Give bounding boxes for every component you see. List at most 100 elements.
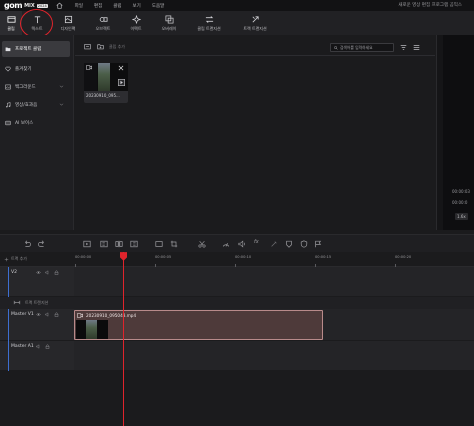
speaker-icon[interactable] [45, 270, 50, 275]
split-clip-icon[interactable] [115, 240, 123, 248]
track-controls [36, 344, 50, 349]
folder-icon [5, 47, 11, 52]
zoom-button[interactable]: 1.6x [455, 213, 468, 220]
clip-filmstrip [76, 320, 108, 339]
track-transition-row[interactable]: 트랙 트랜지션 [0, 297, 474, 309]
tab-text-label: 텍스트 [31, 25, 43, 31]
track-header-v2[interactable]: V2 [0, 267, 74, 297]
shield-icon[interactable] [300, 240, 308, 248]
redo-icon[interactable] [38, 240, 46, 248]
clip-thumbnail [84, 63, 128, 91]
timeline-ruler-row: 트랙 추가 00:00:00 00:00:05 00:00:10 00:00:1… [0, 252, 474, 267]
track-header-master-a1[interactable]: Master A1 [0, 341, 74, 371]
eye-icon[interactable] [36, 270, 41, 275]
menu-file[interactable]: 파일 [75, 3, 83, 9]
ruler-tick-label: 00:00:00 [75, 255, 92, 259]
speaker-icon[interactable] [36, 344, 41, 349]
close-icon[interactable] [118, 65, 124, 71]
tab-text[interactable]: 텍스트 [24, 11, 50, 35]
add-to-timeline-icon[interactable] [118, 79, 125, 86]
track-name: Master V1 [11, 312, 34, 317]
lock-icon[interactable] [54, 270, 59, 275]
play-range-icon[interactable] [83, 240, 91, 248]
track-color-stripe [8, 341, 9, 371]
mask-icon[interactable] [285, 240, 293, 248]
tab-overlay[interactable]: 오버레이 [152, 11, 186, 35]
add-folder-icon[interactable] [97, 43, 104, 50]
import-icon[interactable] [84, 43, 91, 50]
flag-icon[interactable] [314, 240, 322, 248]
tab-track-transition[interactable]: 트랙 트랜지션 [234, 11, 276, 35]
crop-icon[interactable] [170, 240, 178, 248]
track-lane-v2[interactable] [74, 267, 474, 297]
track-lane-master-a1[interactable] [74, 341, 474, 371]
volume-icon[interactable] [238, 240, 246, 248]
eye-icon[interactable] [36, 312, 41, 317]
sidebar-item-project-clips[interactable]: 프로젝트 클립 [2, 41, 70, 57]
home-icon[interactable] [56, 2, 63, 9]
menu-help[interactable]: 도움말 [152, 3, 164, 9]
filter-icon[interactable] [400, 44, 407, 51]
list-view-icon[interactable] [413, 44, 420, 51]
playhead-line[interactable] [123, 252, 124, 426]
search-input[interactable] [339, 45, 393, 50]
track-transition-icon [252, 15, 259, 22]
scissors-icon[interactable] [198, 240, 206, 248]
sidebar-item-audio[interactable]: 영상/효과음 [2, 97, 70, 113]
chevron-down-icon[interactable] [59, 102, 64, 107]
fx-icon[interactable]: fx [254, 239, 262, 247]
media-clip-card[interactable]: 20230910_095... [84, 63, 128, 103]
clip-transition-icon [205, 15, 213, 23]
chevron-down-icon[interactable] [59, 84, 64, 89]
undo-icon[interactable] [23, 240, 31, 248]
video-type-icon [86, 65, 92, 70]
track-name: V2 [11, 270, 17, 275]
logo-name: MIX [24, 2, 35, 9]
add-clip-label[interactable]: 클립 추가 [109, 44, 125, 50]
tab-effect[interactable]: 이펙트 [122, 11, 150, 35]
lock-icon[interactable] [45, 344, 50, 349]
track-header-master-v1[interactable]: Master V1 [0, 309, 74, 341]
timeline-ruler[interactable]: 00:00:00 00:00:05 00:00:10 00:00:15 00:0… [75, 252, 474, 267]
sidebar-item-ai-voice[interactable]: AI 보이스 [2, 115, 70, 131]
playhead-handle[interactable] [120, 252, 127, 261]
sidebar-item-label: 즐겨찾기 [15, 67, 32, 72]
speed-icon[interactable] [222, 240, 230, 248]
speaker-icon[interactable] [45, 312, 50, 317]
tab-clip[interactable]: 클립 [0, 11, 22, 35]
sidebar-item-favorites[interactable]: 즐겨찾기 [2, 61, 70, 77]
tab-object[interactable]: 오브젝트 [86, 11, 120, 35]
tab-design-pack[interactable]: 디자인팩 [52, 11, 84, 35]
menu-view[interactable]: 보기 [133, 3, 141, 9]
sidebar-item-background[interactable]: 백그라운드 [2, 79, 70, 95]
title-bar: gom MIX 2024 파일 편집 클립 보기 도움말 새로운 영상 편집 프… [0, 0, 474, 11]
lock-icon[interactable] [54, 312, 59, 317]
design-pack-icon [64, 15, 72, 23]
media-toolbar: 클립 추가 [75, 40, 435, 54]
video-type-icon [77, 313, 83, 318]
add-track-header[interactable]: 트랙 추가 [4, 256, 27, 262]
music-icon [6, 102, 11, 108]
tab-clip-transition[interactable]: 클립 트랜지션 [188, 11, 230, 35]
image-icon [5, 84, 11, 90]
timeline-video-clip[interactable]: 20230910_095048.mp4 [74, 310, 323, 340]
object-icon [99, 16, 108, 22]
color-picker-icon[interactable] [270, 240, 278, 248]
sidebar-item-label: 영상/효과음 [15, 103, 38, 108]
split-left-icon[interactable] [100, 240, 108, 248]
track-color-stripe [8, 309, 9, 341]
track-controls [36, 270, 59, 275]
media-panel: 클립 추가 20230910_095... [75, 35, 435, 230]
timecode-current: 00:00:03 [452, 189, 470, 194]
sidebar-item-label: 백그라운드 [15, 85, 36, 90]
left-sidebar: 프로젝트 클립 즐겨찾기 백그라운드 영상/효과음 AI 보이스 [0, 35, 74, 230]
sidebar-item-label: 프로젝트 클립 [15, 47, 42, 52]
search-box [330, 43, 394, 52]
menu-clip[interactable]: 클립 [113, 3, 121, 9]
menu-edit[interactable]: 편집 [94, 3, 102, 9]
logo-mark: gom [4, 1, 23, 10]
tab-clip-transition-label: 클립 트랜지션 [197, 25, 221, 31]
split-right-icon[interactable] [130, 240, 138, 248]
trim-icon[interactable] [155, 240, 163, 248]
ruler-tick-label: 00:00:20 [395, 255, 412, 259]
